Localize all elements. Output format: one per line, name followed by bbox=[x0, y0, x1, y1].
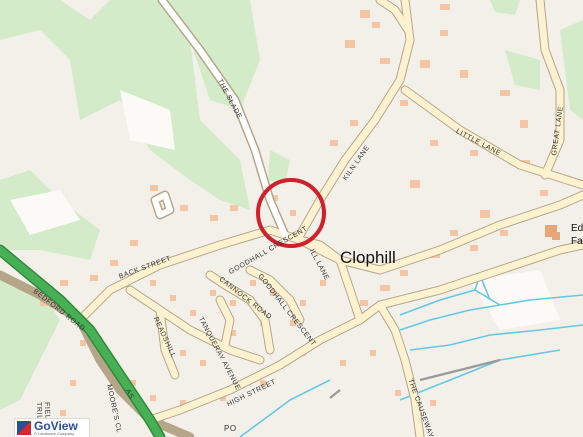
street-label-field: FIEL bbox=[43, 402, 51, 420]
poi-label-line1: Ed bbox=[571, 223, 583, 234]
woodland-areas bbox=[0, 0, 583, 410]
map-view[interactable]: THE SLADE KILN LANE BACK STREET BEDFORD … bbox=[0, 0, 583, 437]
street-label-po: PO bbox=[224, 424, 237, 433]
map-canvas bbox=[0, 0, 583, 437]
goview-logo-icon bbox=[17, 421, 31, 435]
copyright-text: © Landmark Company bbox=[34, 431, 75, 436]
poi-label-line2: Fac bbox=[571, 236, 583, 247]
town-label: Clophill bbox=[340, 248, 396, 267]
poi-label: Ed Fac bbox=[571, 222, 583, 248]
goview-logo: GoView © Landmark Company bbox=[14, 418, 90, 437]
